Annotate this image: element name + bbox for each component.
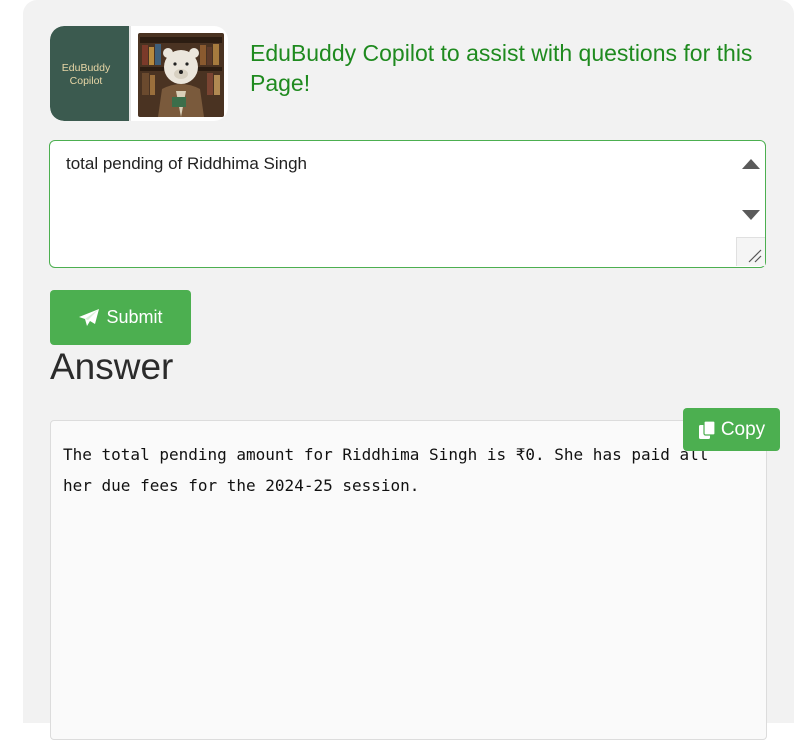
copilot-header: EduBuddy Copilot EduBuddy Copilot to ass… (50, 26, 790, 122)
submit-label: Submit (106, 307, 163, 327)
copy-icon (698, 419, 716, 439)
scroll-up-icon[interactable] (742, 159, 760, 169)
page-title: EduBuddy Copilot to assist with question… (250, 40, 753, 96)
logo-divider (129, 26, 131, 121)
question-text: total pending of Riddhima Singh (66, 154, 307, 173)
scroll-down-icon[interactable] (742, 210, 760, 220)
copy-button[interactable]: Copy (683, 408, 780, 451)
resize-handle[interactable] (736, 237, 765, 266)
logo-text-line-1: EduBuddy (61, 62, 111, 74)
answer-box: The total pending amount for Riddhima Si… (50, 420, 767, 740)
copy-label: Copy (720, 418, 766, 440)
question-textarea[interactable]: total pending of Riddhima Singh (49, 140, 766, 268)
bear-mascot-image (138, 33, 224, 117)
copilot-logo: EduBuddy Copilot (50, 26, 228, 121)
answer-text: The total pending amount for Riddhima Si… (63, 445, 719, 495)
logo-text: EduBuddy Copilot (50, 62, 122, 88)
logo-badge: EduBuddy Copilot (50, 26, 129, 121)
paper-plane-icon (79, 308, 100, 326)
logo-text-line-2: Copilot (69, 75, 103, 87)
submit-button[interactable]: Submit (50, 290, 191, 345)
answer-heading: Answer (50, 346, 174, 387)
resize-grip-icon (748, 249, 762, 263)
